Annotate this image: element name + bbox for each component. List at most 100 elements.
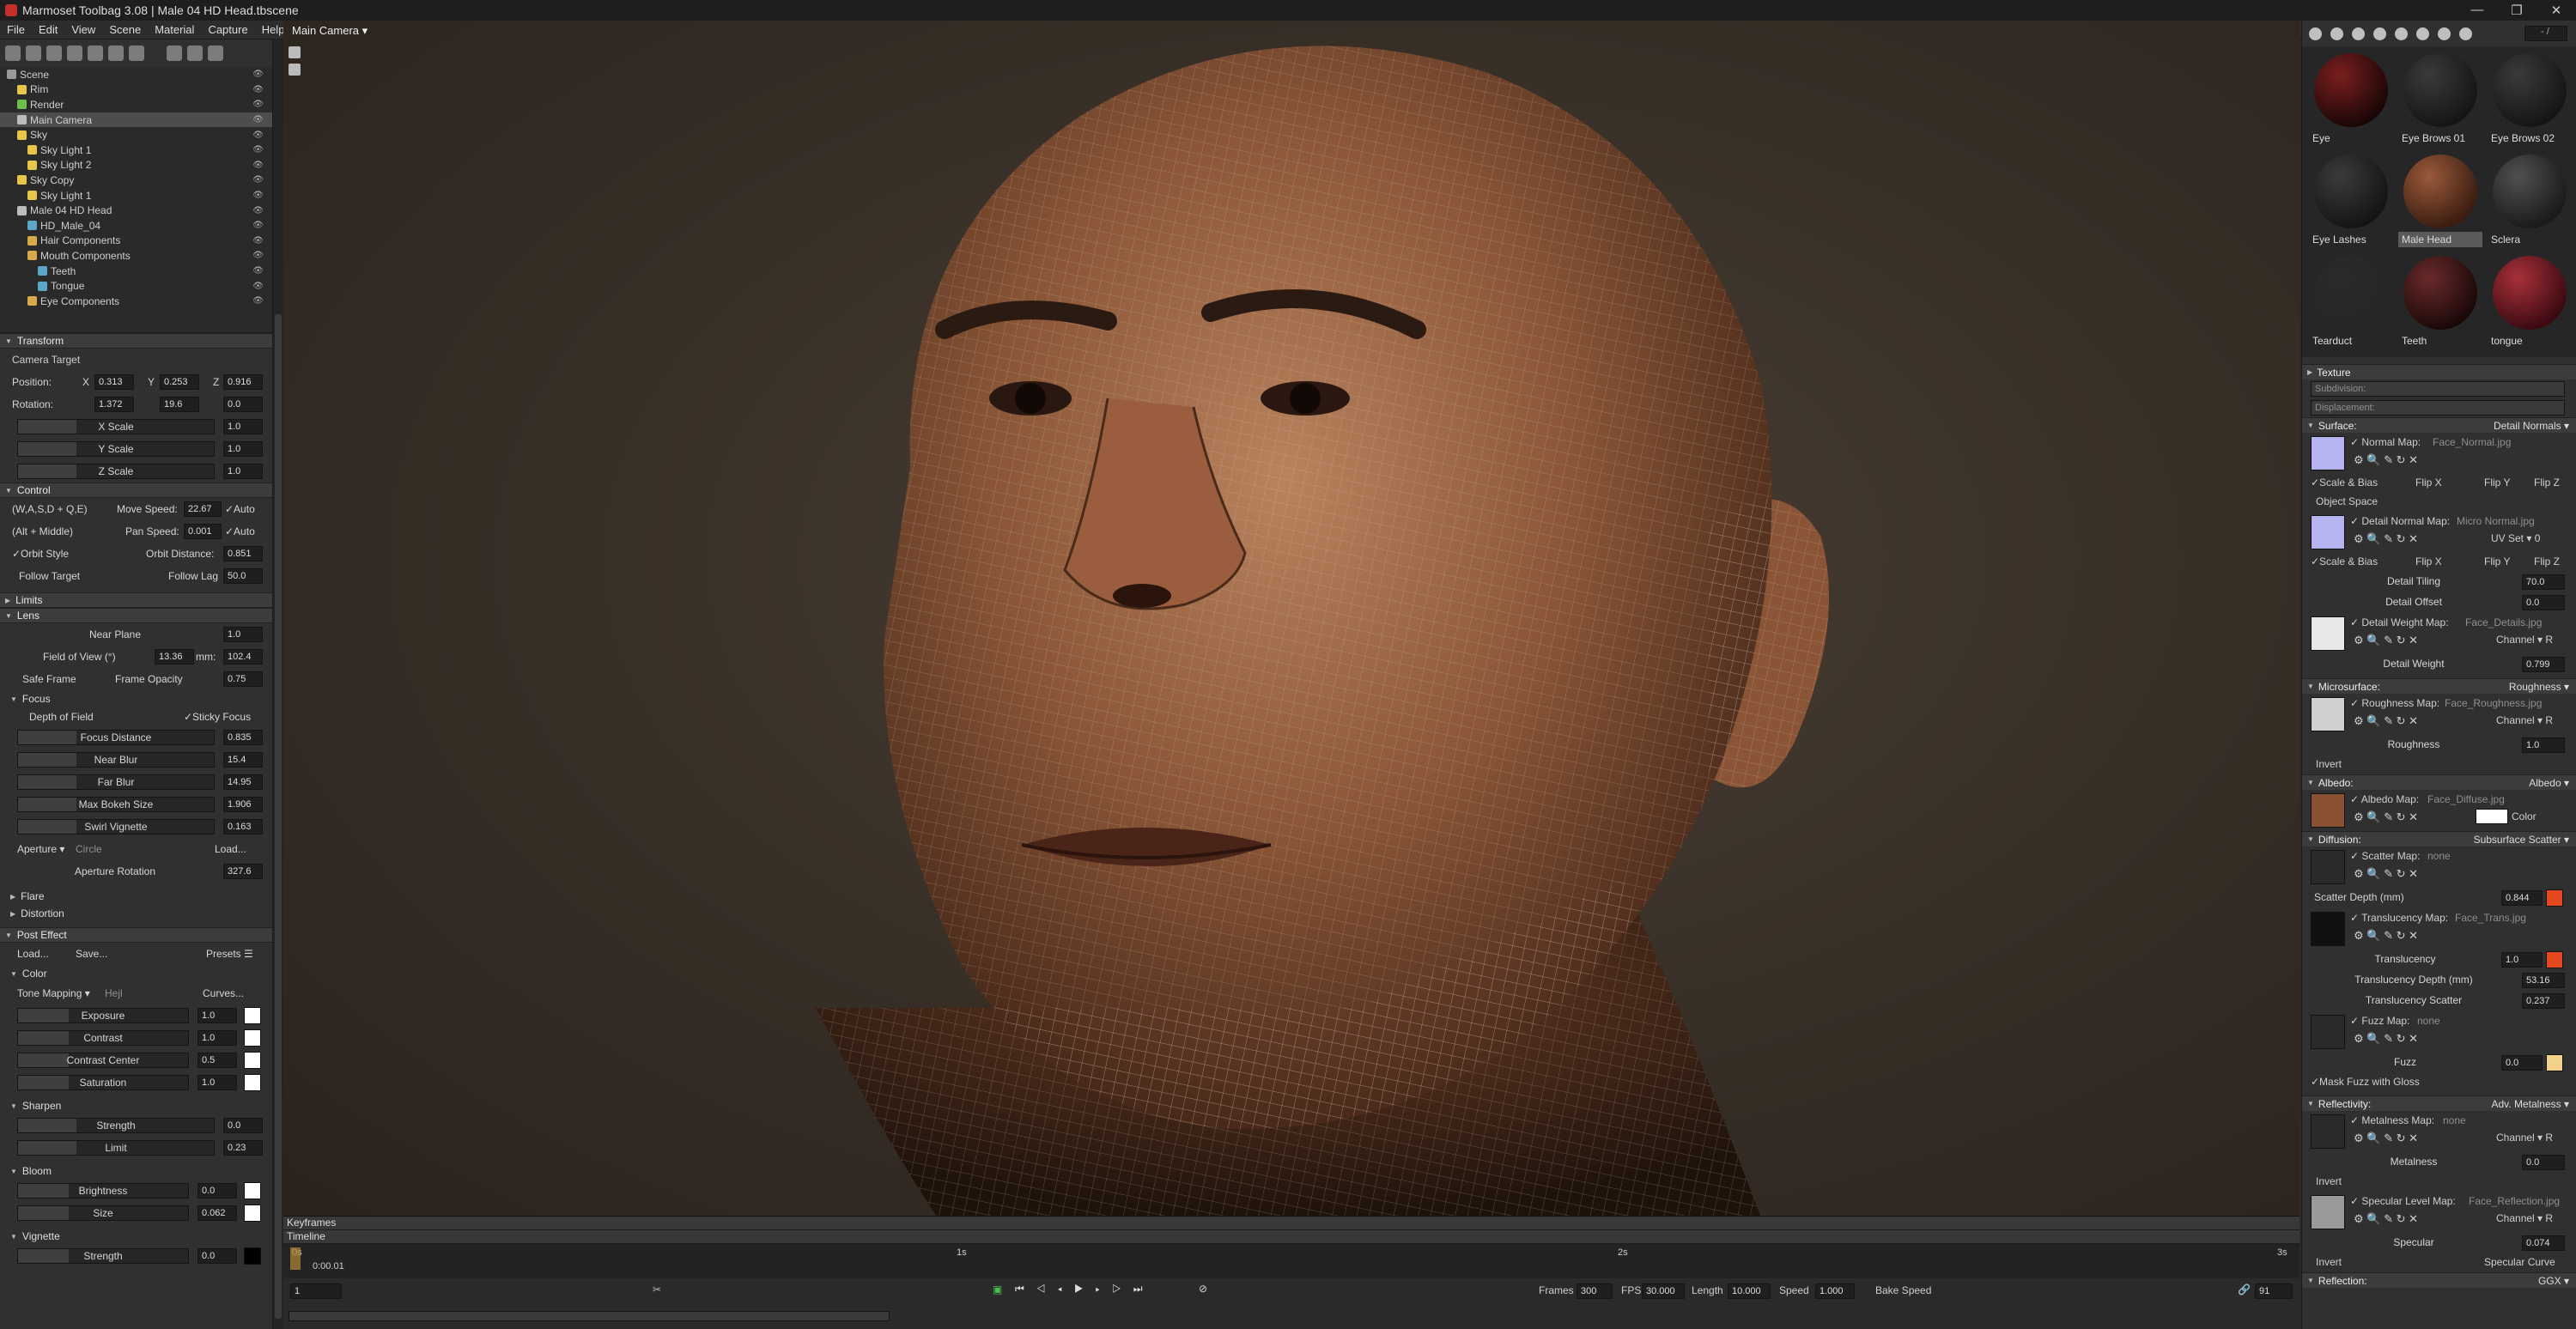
specular-map-checkbox[interactable]: ✓ Specular Level Map: (2350, 1195, 2456, 1207)
follow-target-checkbox[interactable]: Follow Target (19, 570, 80, 582)
fov-field[interactable]: 13.36 (155, 649, 194, 664)
mask-fuzz-checkbox[interactable]: ✓Mask Fuzz with Gloss (2311, 1076, 2420, 1088)
normal-map-tools[interactable]: ⚙ 🔍 ✎ ↻ ✕ (2354, 453, 2418, 467)
end-frame-field[interactable]: 91 (2255, 1283, 2293, 1299)
position-x-field[interactable]: 0.313 (94, 374, 134, 390)
orbit-style-checkbox[interactable]: ✓Orbit Style (12, 548, 69, 560)
delete-icon[interactable] (208, 46, 223, 61)
surface-mode-dropdown[interactable]: Detail Normals ▾ (2494, 420, 2569, 432)
specular-field[interactable]: 0.074 (2522, 1235, 2565, 1251)
color-swatch[interactable] (244, 1029, 261, 1047)
safe-frame-checkbox[interactable]: Safe Frame (22, 673, 76, 685)
position-z-field[interactable]: 0.916 (223, 374, 263, 390)
detail-normal-checkbox[interactable]: ✓ Detail Normal Map: (2350, 515, 2450, 527)
scatter-map-tools[interactable]: ⚙ 🔍 ✎ ↻ ✕ (2354, 867, 2418, 881)
add-shadow-catcher-icon[interactable] (88, 46, 103, 61)
slider-value-field[interactable]: 0.0 (223, 1118, 263, 1133)
bake-speed-button[interactable]: Bake Speed (1875, 1284, 1931, 1296)
maximize-button[interactable]: ❐ (2497, 3, 2537, 18)
material-picker-icon[interactable] (2352, 27, 2365, 40)
focus-header[interactable]: Focus (0, 690, 272, 707)
scatter-depth-field[interactable]: 0.844 (2501, 890, 2543, 906)
position-y-field[interactable]: 0.253 (160, 374, 199, 390)
slider-value-field[interactable]: 0.0 (197, 1183, 237, 1199)
move-auto-checkbox[interactable]: ✓Auto (225, 503, 255, 515)
color-swatch[interactable] (244, 1052, 261, 1069)
slider-value-field[interactable]: 14.95 (223, 774, 263, 790)
fuzz-map-tools[interactable]: ⚙ 🔍 ✎ ↻ ✕ (2354, 1032, 2418, 1046)
range-bar[interactable] (283, 1304, 2300, 1328)
material-thumbnail[interactable]: Teeth (2398, 254, 2482, 352)
visibility-eye-icon[interactable]: 👁 (252, 85, 264, 94)
material-thumbnail[interactable]: Eye Brows 01 (2398, 52, 2482, 149)
scene-tree-item[interactable]: Eye Components 👁 (0, 294, 272, 309)
slider-value-field[interactable]: 0.5 (197, 1053, 237, 1068)
visibility-eye-icon[interactable]: 👁 (252, 296, 264, 306)
vignette-header[interactable]: Vignette (0, 1228, 272, 1245)
frame-opacity-field[interactable]: 0.75 (223, 671, 263, 687)
post-effect-header[interactable]: Post Effect (0, 927, 272, 943)
scene-tree-item[interactable]: Tongue 👁 (0, 278, 272, 294)
scene-tree-item[interactable]: Sky Light 1 👁 (0, 143, 272, 158)
menu-material[interactable]: Material (148, 23, 201, 36)
surface-header[interactable]: Surface: Detail Normals ▾ (2302, 417, 2576, 433)
length-field[interactable]: 10.000 (1728, 1283, 1771, 1299)
reflection-header[interactable]: Reflection: GGX ▾ (2302, 1272, 2576, 1288)
scatter-map-thumbnail[interactable] (2311, 850, 2345, 884)
flip-x-checkbox[interactable]: Flip X (2415, 476, 2442, 489)
keyframe-tool-icon[interactable]: ✂ (653, 1283, 661, 1296)
lens-header[interactable]: Lens (0, 608, 272, 623)
duplicate-material-icon[interactable] (2330, 27, 2343, 40)
orbit-distance-field[interactable]: 0.851 (223, 546, 263, 561)
flare-header[interactable]: Flare (0, 888, 272, 905)
fuzz-color-swatch[interactable] (2546, 1054, 2563, 1071)
material-thumbnail[interactable]: Eye (2309, 52, 2393, 149)
visibility-eye-icon[interactable]: 👁 (252, 145, 264, 155)
roughness-map-checkbox[interactable]: ✓ Roughness Map: (2350, 697, 2439, 709)
specular-channel[interactable]: Channel ▾ R (2496, 1212, 2553, 1224)
add-turntable-icon[interactable] (129, 46, 144, 61)
rotation-x-field[interactable]: 1.372 (94, 397, 134, 412)
material-refresh-icon[interactable] (2459, 27, 2472, 40)
metalness-field[interactable]: 0.0 (2522, 1155, 2565, 1170)
scene-tree-item[interactable]: Teeth 👁 (0, 264, 272, 279)
visibility-eye-icon[interactable]: 👁 (252, 236, 264, 246)
metalness-map-tools[interactable]: ⚙ 🔍 ✎ ↻ ✕ (2354, 1132, 2418, 1145)
visibility-eye-icon[interactable]: 👁 (252, 266, 264, 276)
left-scrollbar-thumb[interactable] (275, 314, 282, 1319)
reflection-mode-dropdown[interactable]: GGX ▾ (2538, 1275, 2569, 1287)
visibility-eye-icon[interactable]: 👁 (252, 130, 264, 140)
visibility-eye-icon[interactable]: 👁 (252, 100, 264, 109)
translucency-color-swatch[interactable] (2546, 951, 2563, 968)
current-frame-field[interactable]: 1 (290, 1283, 342, 1299)
material-thumbnail[interactable]: Sclera (2488, 153, 2572, 251)
sticky-focus-checkbox[interactable]: ✓Sticky Focus (184, 711, 251, 723)
reflectivity-mode-dropdown[interactable]: Adv. Metalness ▾ (2491, 1098, 2569, 1110)
duplicate-icon[interactable] (187, 46, 203, 61)
left-scrollbar[interactable] (273, 39, 283, 1329)
time-ruler[interactable]: 0s 1s 2s 3s 0:00.01 (283, 1244, 2300, 1278)
material-folder-icon[interactable] (2373, 27, 2386, 40)
material-thumbnail[interactable]: Male Head (2398, 153, 2482, 251)
speed-field[interactable]: 1.000 (1815, 1283, 1855, 1299)
detail-flip-z-checkbox[interactable]: Flip Z (2534, 555, 2560, 567)
sharpen-header[interactable]: Sharpen (0, 1097, 272, 1114)
roughness-channel[interactable]: Channel ▾ R (2496, 714, 2553, 726)
add-group-icon[interactable] (108, 46, 124, 61)
range-slider[interactable] (289, 1311, 890, 1321)
roughness-map-tools[interactable]: ⚙ 🔍 ✎ ↻ ✕ (2354, 714, 2418, 728)
fuzz-map-thumbnail[interactable] (2311, 1015, 2345, 1049)
fuzz-field[interactable]: 0.0 (2501, 1055, 2543, 1071)
flip-y-checkbox[interactable]: Flip Y (2484, 476, 2510, 489)
scene-tree-item[interactable]: Sky Light 2 👁 (0, 158, 272, 173)
rotation-z-field[interactable]: 0.0 (223, 397, 263, 412)
normal-map-thumbnail[interactable] (2311, 436, 2345, 470)
scene-tree-item[interactable]: Scene 👁 (0, 67, 272, 82)
roughness-field[interactable]: 1.0 (2522, 737, 2565, 753)
albedo-color-swatch[interactable] (2476, 809, 2508, 824)
detail-scale-bias-checkbox[interactable]: ✓Scale & Bias (2311, 555, 2378, 567)
dof-checkbox[interactable]: Depth of Field (29, 711, 94, 723)
detail-flip-y-checkbox[interactable]: Flip Y (2484, 555, 2510, 567)
color-header[interactable]: Color (0, 965, 272, 982)
translucency-depth-field[interactable]: 53.16 (2522, 973, 2565, 988)
